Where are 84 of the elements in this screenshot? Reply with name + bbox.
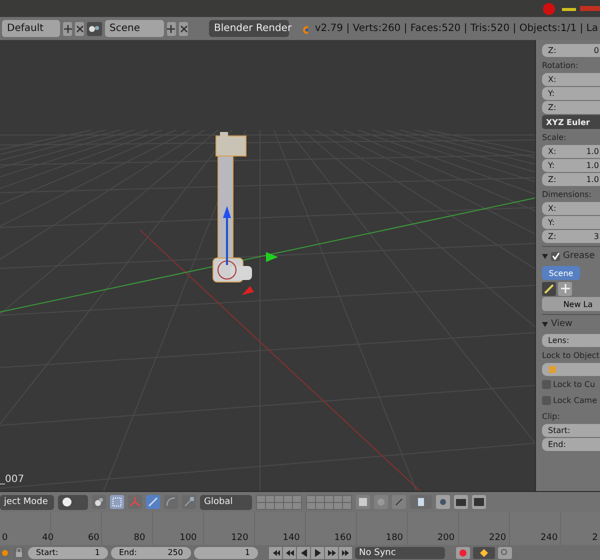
section-label: Clip: <box>542 410 561 423</box>
scene-statistics: v2.79 | Verts:260 | Faces:520 | Tris:520 | Objects:1/1 | La <box>314 23 598 34</box>
section-label: Scale: <box>542 132 568 144</box>
number-field[interactable]: Y: <box>542 87 600 100</box>
new-layer-button[interactable]: New La <box>542 297 600 311</box>
rewind-icon <box>284 548 294 558</box>
add-icon[interactable] <box>558 282 572 296</box>
frame-number: 160 <box>334 533 352 543</box>
shading-dropdown[interactable] <box>58 494 88 510</box>
number-field[interactable]: Z: 0 <box>542 44 600 57</box>
number-field[interactable]: X: <box>542 73 600 86</box>
frame-number: 200 <box>437 533 455 543</box>
checkbox[interactable] <box>542 396 551 405</box>
render-engine-dropdown[interactable]: Blender Render <box>209 20 290 37</box>
record-indicator-icon <box>542 2 556 16</box>
cube-icon <box>548 365 557 374</box>
section-label: Lock to Object <box>542 350 600 362</box>
translate-manipulator-icon[interactable] <box>146 495 160 509</box>
jump-to-start-button[interactable] <box>269 546 282 558</box>
tab[interactable]: Scene <box>542 266 580 280</box>
frame-number: 40 <box>42 533 54 543</box>
add-icon[interactable] <box>166 22 176 36</box>
number-field[interactable]: Lens: <box>542 334 600 347</box>
number-field[interactable]: End: <box>542 438 600 451</box>
play-reverse-button[interactable] <box>297 546 310 558</box>
close-icon[interactable] <box>75 22 84 36</box>
sync-dropdown[interactable]: No Sync <box>355 546 445 558</box>
scene-field[interactable]: Scene <box>104 20 164 37</box>
lock-icon[interactable] <box>13 546 25 558</box>
frame-number: 2 <box>592 533 598 543</box>
number-field[interactable]: Y: <box>542 216 600 229</box>
manipulator-toggle-icon[interactable] <box>110 495 124 509</box>
number-field[interactable]: Z: 1.0 <box>542 173 600 186</box>
disclosure-triangle-icon[interactable] <box>542 322 548 326</box>
next-keyframe-button[interactable] <box>325 546 338 558</box>
frame-number: 120 <box>231 533 248 543</box>
play-button[interactable] <box>311 546 324 558</box>
jump-start-icon <box>270 548 280 558</box>
orientation-dropdown[interactable]: Global <box>200 494 252 510</box>
start-frame-field[interactable]: Start: 1 <box>28 546 108 558</box>
reverse-play-icon <box>298 548 308 558</box>
checkbox-label: Lock Came <box>553 396 597 405</box>
rotate-manipulator-icon[interactable] <box>164 495 178 509</box>
add-icon[interactable] <box>63 22 72 36</box>
frame-number: 100 <box>180 533 197 543</box>
jump-to-end-button[interactable] <box>339 546 352 558</box>
play-icon <box>312 548 322 558</box>
checkbox[interactable] <box>542 380 551 389</box>
previous-keyframe-button[interactable] <box>283 546 296 558</box>
section-label: Dimensions: <box>542 188 592 200</box>
frame-number: 220 <box>488 533 506 543</box>
frame-number: 240 <box>540 533 558 543</box>
number-field[interactable]: Z: <box>542 101 600 114</box>
scale-manipulator-icon[interactable] <box>182 495 196 509</box>
number-field[interactable]: Z: 3 <box>542 230 600 243</box>
checkbox-label: Lock to Cu <box>553 380 596 389</box>
jump-end-icon <box>340 548 350 558</box>
fast-forward-icon <box>326 548 336 558</box>
pivot-icon[interactable] <box>92 495 106 509</box>
sphere-icon <box>62 497 72 507</box>
level-meter-icon <box>562 6 600 12</box>
frame-number: 60 <box>88 533 100 543</box>
number-field[interactable]: X: 1.0 <box>542 145 600 158</box>
number-field[interactable]: X: <box>542 202 600 215</box>
number-field[interactable]: Y: 1.0 <box>542 159 600 172</box>
mode-dropdown[interactable]: ject Mode <box>0 494 54 510</box>
screen-layout-field[interactable]: Default <box>2 20 60 37</box>
checkbox[interactable] <box>551 252 560 260</box>
keyframe-icon[interactable] <box>0 546 10 558</box>
current-frame-field[interactable]: 1 <box>194 546 258 558</box>
frame-number: 140 <box>282 533 300 543</box>
scene-icon[interactable] <box>87 22 102 36</box>
section-label: Rotation: <box>542 60 580 72</box>
close-icon[interactable] <box>178 22 188 36</box>
object-name-label: _007 <box>0 474 24 485</box>
frame-number: 80 <box>134 533 146 543</box>
end-frame-field[interactable]: End: 250 <box>111 546 191 558</box>
rotation-mode-dropdown[interactable]: XYZ Euler <box>542 115 600 129</box>
frame-number: 180 <box>386 533 404 543</box>
object-field[interactable] <box>542 363 600 376</box>
pencil-icon[interactable] <box>542 282 556 296</box>
number-field[interactable]: Start: <box>542 424 600 437</box>
keying-set-icon[interactable] <box>473 546 495 558</box>
frame-number: 0 <box>2 533 8 543</box>
